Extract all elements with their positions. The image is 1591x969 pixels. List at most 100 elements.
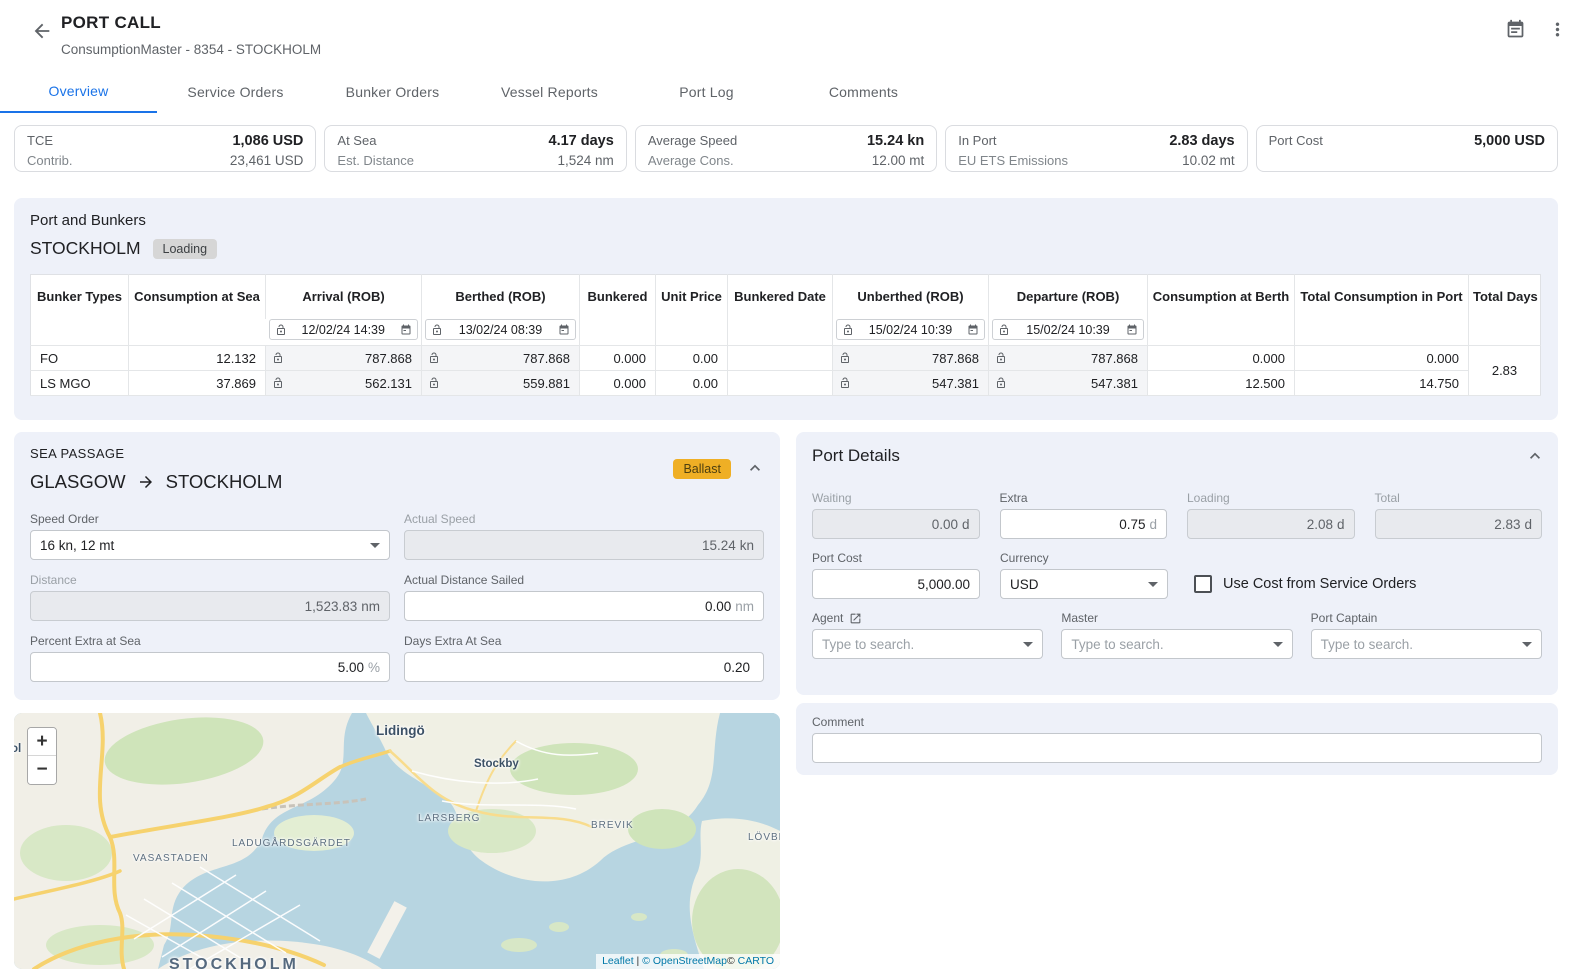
bunkered-cell[interactable]: 0.000 xyxy=(580,371,656,396)
stat-label: TCE xyxy=(27,131,53,150)
calendar-icon[interactable] xyxy=(967,324,979,336)
unlock-icon[interactable] xyxy=(842,324,854,336)
actual-distance-sailed-input[interactable]: 0.00 nm xyxy=(404,591,764,621)
unit-price-cell[interactable]: 0.00 xyxy=(656,346,728,371)
departure-rob-value: 547.381 xyxy=(1091,376,1138,391)
openstreetmap-link[interactable]: © OpenStreetMap xyxy=(642,955,727,967)
bunkered-date-cell[interactable] xyxy=(728,371,833,396)
stat-subvalue: 10.02 mt xyxy=(1182,151,1235,170)
consumption-at-sea-cell: 37.869 xyxy=(129,371,266,396)
extra-input[interactable]: 0.75 d xyxy=(1000,509,1168,539)
departure-rob-cell: 547.381 xyxy=(989,371,1148,396)
days-extra-at-sea-input[interactable]: 0.20 xyxy=(404,652,764,682)
unlock-icon[interactable] xyxy=(275,324,287,336)
collapse-port-details-button[interactable] xyxy=(1524,446,1546,468)
map-label-larsberg: LARSBERG xyxy=(418,813,480,824)
unlock-icon[interactable] xyxy=(428,377,440,389)
col-header-bunkered-date: Bunkered Date xyxy=(728,275,833,346)
carto-link[interactable]: CARTO xyxy=(738,955,774,967)
stat-value: 1,086 USD xyxy=(232,132,303,151)
tab-overview[interactable]: Overview xyxy=(0,70,157,113)
calendar-icon[interactable] xyxy=(400,324,412,336)
speed-order-label: Speed Order xyxy=(30,512,390,526)
chevron-up-icon xyxy=(745,458,765,478)
use-cost-checkbox[interactable] xyxy=(1194,575,1212,593)
unberthed-date-picker[interactable]: 15/02/24 10:39 xyxy=(836,319,985,340)
stat-card-at-sea: At Sea4.17 days Est. Distance1,524 nm xyxy=(324,125,626,172)
unlock-icon[interactable] xyxy=(998,324,1010,336)
loading-status-badge: Loading xyxy=(153,239,218,259)
stat-sublabel: EU ETS Emissions xyxy=(958,151,1068,170)
unlock-icon[interactable] xyxy=(995,377,1007,389)
external-link-icon[interactable] xyxy=(849,612,862,625)
currency-select[interactable]: USD xyxy=(1000,569,1168,599)
tab-port-log[interactable]: Port Log xyxy=(628,70,785,113)
kebab-menu-icon xyxy=(1547,19,1568,40)
actual-speed-value: 15.24 xyxy=(702,538,736,553)
calendar-icon[interactable] xyxy=(558,324,570,336)
loading-field: Loading 2.08 d xyxy=(1187,491,1355,539)
unberthed-date-cell: 15/02/24 10:39 xyxy=(833,319,989,346)
use-cost-row: Use Cost from Service Orders xyxy=(1194,569,1542,599)
master-search-select[interactable]: Type to search. xyxy=(1061,629,1292,659)
port-days-row: Waiting 0.00 d Extra 0.75 d Loading 2.08… xyxy=(812,491,1542,539)
stat-value: 4.17 days xyxy=(549,132,614,151)
dropdown-arrow-icon xyxy=(1522,642,1532,647)
unlock-icon[interactable] xyxy=(272,377,284,389)
total-days-cell: 2.83 xyxy=(1469,346,1541,396)
tab-bunker-orders[interactable]: Bunker Orders xyxy=(314,70,471,113)
route: GLASGOW STOCKHOLM xyxy=(30,471,764,493)
unlock-icon[interactable] xyxy=(428,352,440,364)
unit-price-cell[interactable]: 0.00 xyxy=(656,371,728,396)
col-header-bunkered: Bunkered xyxy=(580,275,656,346)
port-cost-input[interactable]: 5,000.00 xyxy=(812,569,980,599)
port-captain-search-select[interactable]: Type to search. xyxy=(1311,629,1542,659)
actual-speed-field: Actual Speed 15.24 kn xyxy=(404,512,764,560)
schedule-button[interactable] xyxy=(1503,19,1527,43)
tab-service-orders[interactable]: Service Orders xyxy=(157,70,314,113)
route-origin: GLASGOW xyxy=(30,471,126,493)
tab-vessel-reports[interactable]: Vessel Reports xyxy=(471,70,628,113)
percent-extra-at-sea-field: Percent Extra at Sea 5.00 % xyxy=(30,634,390,682)
stat-card-port-cost: Port Cost5,000 USD xyxy=(1256,125,1558,172)
map[interactable]: Lidingö Stockby LARSBERG BREVIK LÖVBERG … xyxy=(14,713,780,969)
map-zoom-in-button[interactable]: + xyxy=(28,728,56,756)
arrival-rob-value: 787.868 xyxy=(365,351,412,366)
unlock-icon[interactable] xyxy=(839,352,851,364)
berthed-date-picker[interactable]: 13/02/24 08:39 xyxy=(425,319,576,340)
percent-extra-at-sea-input[interactable]: 5.00 % xyxy=(30,652,390,682)
port-row: STOCKHOLM Loading xyxy=(30,238,1542,259)
waiting-value: 0.00 xyxy=(932,517,958,532)
extra-field: Extra 0.75 d xyxy=(1000,491,1168,539)
map-zoom-out-button[interactable]: − xyxy=(28,756,56,784)
stat-value: 15.24 kn xyxy=(867,132,924,151)
back-button[interactable] xyxy=(30,20,54,44)
unberthed-rob-cell: 547.381 xyxy=(833,371,989,396)
agent-search-select[interactable]: Type to search. xyxy=(812,629,1043,659)
arrival-rob-cell: 562.131 xyxy=(266,371,422,396)
tab-comments[interactable]: Comments xyxy=(785,70,942,113)
unlock-icon[interactable] xyxy=(995,352,1007,364)
distance-input: 1,523.83 nm xyxy=(30,591,390,621)
departure-date-picker[interactable]: 15/02/24 10:39 xyxy=(992,319,1144,340)
arrival-date-picker[interactable]: 12/02/24 14:39 xyxy=(269,319,419,340)
map-label-stockby: Stockby xyxy=(474,758,519,770)
dropdown-arrow-icon xyxy=(1023,642,1033,647)
collapse-sea-passage-button[interactable] xyxy=(744,458,766,480)
comment-input[interactable] xyxy=(812,733,1542,763)
bunkered-cell[interactable]: 0.000 xyxy=(580,346,656,371)
map-label-lovberg: LÖVBERG xyxy=(748,832,780,843)
speed-order-select[interactable]: 16 kn, 12 mt xyxy=(30,530,390,560)
unlock-icon[interactable] xyxy=(431,324,443,336)
leaflet-link[interactable]: Leaflet xyxy=(602,955,634,967)
unlock-icon[interactable] xyxy=(272,352,284,364)
more-options-button[interactable] xyxy=(1545,19,1569,43)
calendar-icon[interactable] xyxy=(1126,324,1138,336)
stat-card-average-speed: Average Speed15.24 kn Average Cons.12.00… xyxy=(635,125,937,172)
distance-value: 1,523.83 xyxy=(305,599,358,614)
actual-speed-unit: kn xyxy=(740,538,754,553)
unlock-icon[interactable] xyxy=(839,377,851,389)
percent-extra-unit: % xyxy=(368,660,380,675)
back-arrow-icon xyxy=(31,20,53,42)
bunkered-date-cell[interactable] xyxy=(728,346,833,371)
